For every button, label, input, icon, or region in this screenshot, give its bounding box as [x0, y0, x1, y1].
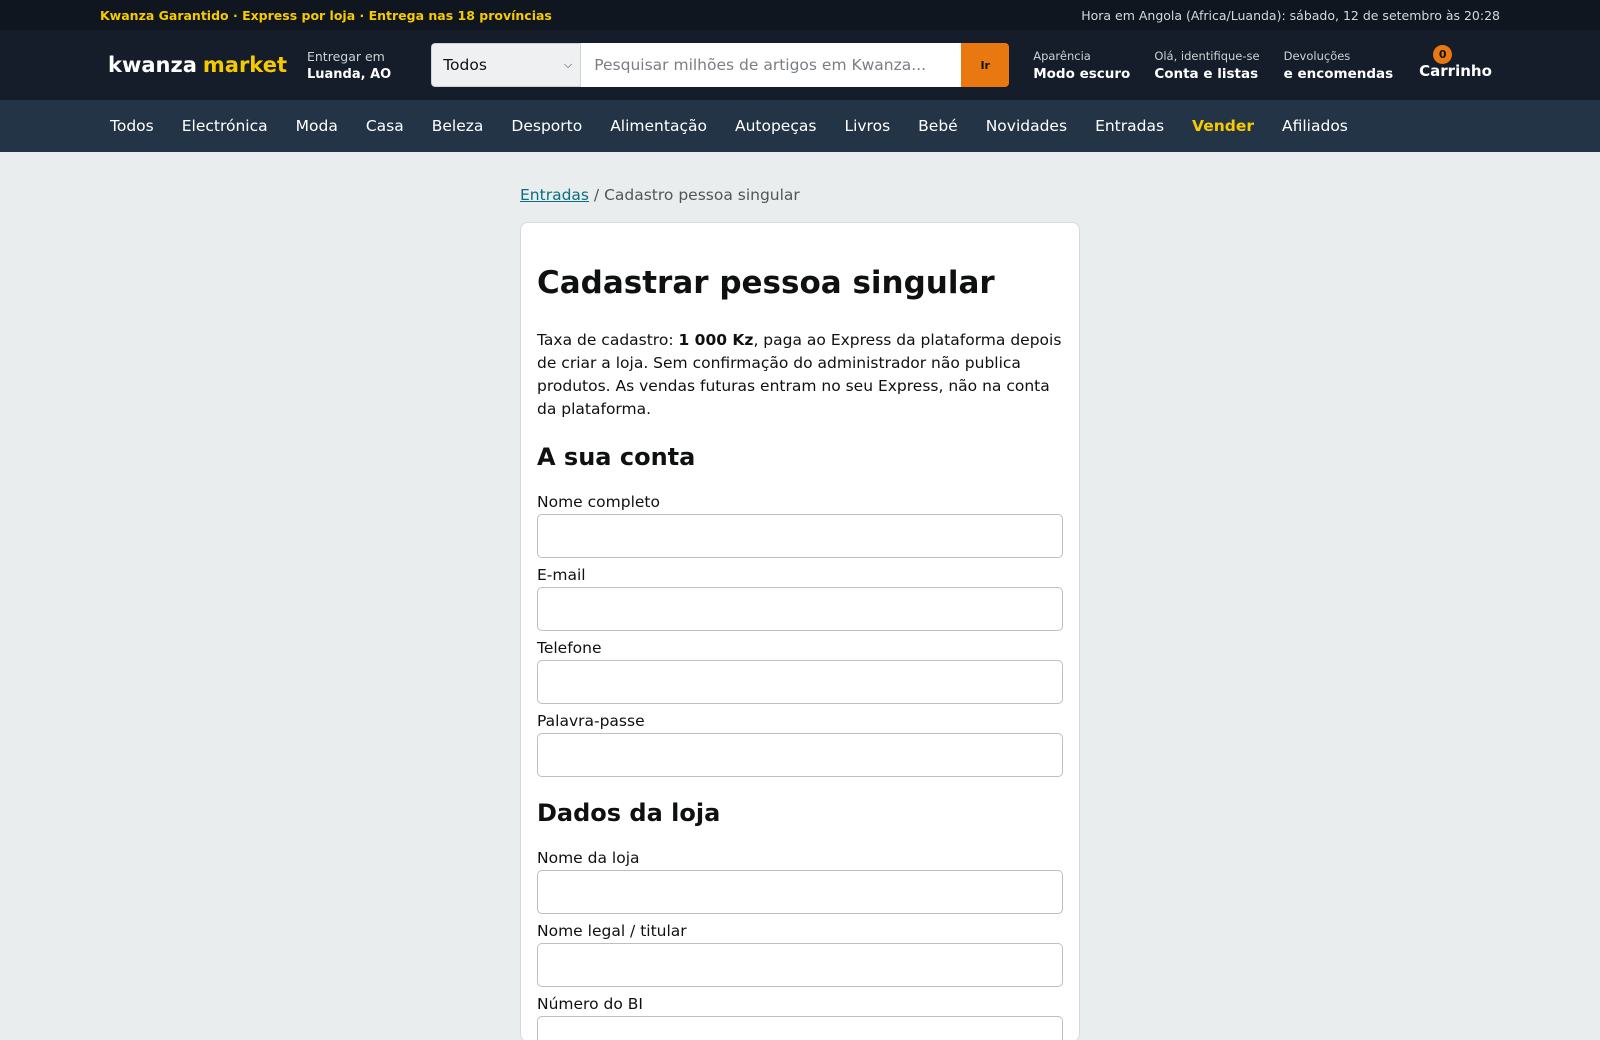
search-category-select[interactable]: Todos ⌵ — [431, 43, 582, 87]
password-input[interactable] — [537, 733, 1063, 777]
nav-item-todos[interactable]: Todos — [110, 117, 154, 135]
legal-name-label: Nome legal / titular — [537, 922, 687, 940]
password-label: Palavra-passe — [537, 712, 645, 730]
bi-number-label: Número do BI — [537, 995, 643, 1013]
nav-item-novidades[interactable]: Novidades — [986, 117, 1067, 135]
page-title: Cadastrar pessoa singular — [537, 265, 995, 301]
fee-notice: Taxa de cadastro: 1 000 Kz, paga ao Expr… — [537, 329, 1063, 421]
breadcrumb-link-entradas[interactable]: Entradas — [520, 186, 589, 204]
nav-item-beleza[interactable]: Beleza — [432, 117, 484, 135]
deliver-location[interactable]: Entregar em Luanda, AO — [307, 49, 391, 82]
angola-clock: Hora em Angola (Africa/Luanda): sábado, … — [1081, 7, 1500, 23]
account-menu[interactable]: Olá, identifique-se Conta e listas — [1154, 49, 1259, 82]
orders-link[interactable]: Devoluções e encomendas — [1284, 49, 1394, 82]
account-value: Conta e listas — [1154, 65, 1259, 82]
orders-value: e encomendas — [1283, 65, 1394, 82]
account-label: Olá, identifique-se — [1154, 48, 1260, 63]
legal-name-input[interactable] — [537, 943, 1063, 987]
nav-item-autopecas[interactable]: Autopeças — [735, 117, 816, 135]
appearance-label: Aparência — [1033, 48, 1091, 63]
promo-text: Kwanza Garantido · Express por loja · En… — [100, 7, 552, 23]
password-field: Palavra-passe — [537, 712, 1063, 777]
appearance-toggle[interactable]: Aparência Modo escuro — [1033, 49, 1130, 82]
signup-form-card: Cadastrar pessoa singular Taxa de cadast… — [520, 222, 1080, 1040]
search-bar: Todos ⌵ Pesquisar milhões de artigos em … — [431, 43, 1010, 87]
deliver-label: Entregar em — [306, 48, 385, 64]
full-name-field: Nome completo — [537, 493, 1063, 558]
cart-label: Carrinho — [1419, 61, 1492, 80]
section-title-account: A sua conta — [537, 443, 696, 471]
search-button[interactable]: Ir — [961, 43, 1010, 87]
store-name-label: Nome da loja — [537, 849, 640, 867]
nav-item-vender[interactable]: Vender — [1192, 117, 1254, 135]
category-nav: Todos Electrónica Moda Casa Beleza Despo… — [0, 100, 1600, 152]
nav-item-alimentacao[interactable]: Alimentação — [610, 117, 707, 135]
email-label: E-mail — [537, 566, 586, 584]
search-category-value: Todos — [443, 56, 487, 74]
section-title-store: Dados da loja — [537, 799, 721, 827]
fee-notice-prefix: Taxa de cadastro: — [537, 331, 679, 349]
logo[interactable]: kwanza market — [108, 53, 287, 77]
chevron-down-icon: ⌵ — [563, 58, 573, 71]
appearance-value: Modo escuro — [1033, 65, 1131, 82]
nav-item-afiliados[interactable]: Afiliados — [1282, 117, 1348, 135]
orders-label: Devoluções — [1283, 48, 1351, 63]
nav-item-casa[interactable]: Casa — [366, 117, 404, 135]
nav-item-livros[interactable]: Livros — [844, 117, 890, 135]
store-name-field: Nome da loja — [537, 849, 1063, 914]
nav-item-desporto[interactable]: Desporto — [511, 117, 582, 135]
cart-button[interactable]: 0 Carrinho — [1419, 44, 1492, 80]
phone-input[interactable] — [537, 660, 1063, 704]
breadcrumb: Entradas / Cadastro pessoa singular — [520, 186, 1080, 204]
breadcrumb-current: Cadastro pessoa singular — [604, 186, 800, 204]
logo-word-kwanza: kwanza — [108, 53, 197, 77]
promo-strip: Kwanza Garantido · Express por loja · En… — [0, 0, 1600, 30]
nav-item-electronica[interactable]: Electrónica — [182, 117, 268, 135]
search-input[interactable]: Pesquisar milhões de artigos em Kwanza..… — [581, 43, 962, 87]
store-name-input[interactable] — [537, 870, 1063, 914]
email-field: E-mail — [537, 566, 1063, 631]
full-name-label: Nome completo — [537, 493, 660, 511]
full-name-input[interactable] — [537, 514, 1063, 558]
nav-item-entradas[interactable]: Entradas — [1095, 117, 1164, 135]
fee-amount: 1 000 Kz — [678, 331, 754, 349]
bi-number-input[interactable] — [537, 1016, 1063, 1040]
breadcrumb-separator: / — [588, 186, 605, 204]
deliver-value: Luanda, AO — [306, 66, 392, 82]
site-header: kwanza market Entregar em Luanda, AO Todo… — [0, 30, 1600, 100]
cart-count-badge: 0 — [1433, 44, 1453, 64]
nav-item-bebe[interactable]: Bebé — [918, 117, 958, 135]
legal-name-field: Nome legal / titular — [537, 922, 1063, 987]
logo-word-market: market — [202, 53, 287, 77]
nav-item-moda[interactable]: Moda — [296, 117, 338, 135]
main-content: Entradas / Cadastro pessoa singular Cada… — [520, 186, 1080, 1040]
phone-field: Telefone — [537, 639, 1063, 704]
bi-number-field: Número do BI — [537, 995, 1063, 1040]
email-input[interactable] — [537, 587, 1063, 631]
phone-label: Telefone — [537, 639, 602, 657]
